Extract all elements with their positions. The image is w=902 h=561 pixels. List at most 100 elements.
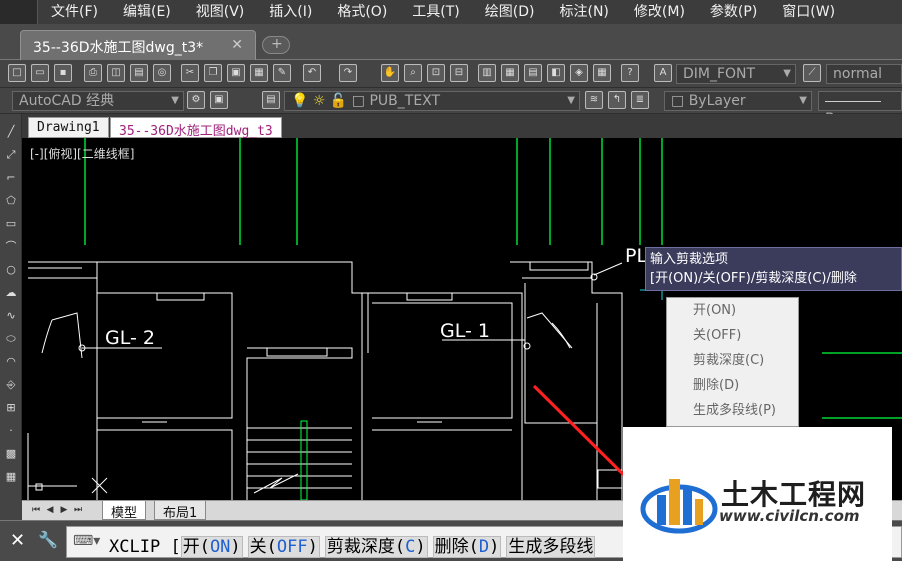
menu-draw[interactable]: 绘图(D) bbox=[472, 0, 547, 24]
insert-block-icon[interactable]: ⎆ bbox=[3, 377, 19, 393]
option-end: ) bbox=[230, 537, 241, 557]
zoom-previous-icon[interactable]: ⊟ bbox=[450, 64, 468, 82]
command-option-off[interactable]: 关(OFF) bbox=[247, 536, 320, 558]
make-block-icon[interactable]: ⊞ bbox=[3, 400, 19, 416]
text-style-icon[interactable]: A bbox=[654, 64, 672, 82]
command-option-polyline[interactable]: 生成多段线 bbox=[506, 536, 596, 558]
make-current-icon[interactable]: ≋ bbox=[585, 91, 603, 109]
save-icon[interactable]: ▪ bbox=[54, 64, 72, 82]
new-tab-button[interactable] bbox=[262, 36, 290, 54]
design-center-icon[interactable]: ▦ bbox=[501, 64, 519, 82]
menu-edit[interactable]: 编辑(E) bbox=[110, 0, 183, 24]
linetype-select[interactable]: By bbox=[818, 91, 902, 127]
menu-option-clip-depth[interactable]: 剪裁深度(C) bbox=[667, 348, 798, 373]
document-tab[interactable]: 35--36D水施工图dwg_t3* ✕ bbox=[20, 30, 256, 60]
text-style-select[interactable]: DIM_FONT ▼ bbox=[676, 64, 796, 84]
markup-icon[interactable]: ◈ bbox=[570, 64, 588, 82]
layer-states-icon[interactable]: ≣ bbox=[631, 91, 649, 109]
publish-icon[interactable]: ▤ bbox=[130, 64, 148, 82]
layer-select[interactable]: 💡 ☼ 🔓 □ PUB_TEXT ▼ bbox=[284, 91, 580, 111]
workspace-select[interactable]: AutoCAD 经典 ▼ bbox=[12, 91, 184, 111]
menu-option-on[interactable]: 开(ON) bbox=[667, 298, 798, 323]
tool-palettes-icon[interactable]: ▤ bbox=[524, 64, 542, 82]
menu-view[interactable]: 视图(V) bbox=[183, 0, 257, 24]
menu-modify[interactable]: 修改(M) bbox=[621, 0, 697, 24]
menu-option-off[interactable]: 关(OFF) bbox=[667, 323, 798, 348]
arc-icon[interactable]: ⌒ bbox=[3, 239, 19, 255]
drawing-tab-drawing1[interactable]: Drawing1 bbox=[28, 117, 109, 138]
first-tab-icon[interactable]: ⏮ bbox=[30, 504, 42, 517]
3d-dwf-icon[interactable]: ◎ bbox=[153, 64, 171, 82]
option-key: D bbox=[478, 537, 490, 557]
zoom-realtime-icon[interactable]: ⌕ bbox=[404, 64, 422, 82]
sheet-set-icon[interactable]: ◧ bbox=[547, 64, 565, 82]
color-select[interactable]: □ ByLayer ▼ bbox=[664, 91, 812, 111]
workspace-settings-icon[interactable]: ⚙ bbox=[187, 91, 205, 109]
polyline-icon[interactable]: ⌐ bbox=[3, 170, 19, 186]
command-option-on[interactable]: 开(ON) bbox=[180, 536, 243, 558]
last-tab-icon[interactable]: ⏭ bbox=[72, 504, 84, 517]
line-icon[interactable]: ╱ bbox=[3, 124, 19, 140]
zoom-window-icon[interactable]: ⊡ bbox=[427, 64, 445, 82]
menu-format[interactable]: 格式(O) bbox=[324, 0, 399, 24]
command-history-icon[interactable]: ⌨▾ bbox=[73, 533, 100, 549]
cut-icon[interactable]: ✂ bbox=[181, 64, 199, 82]
paste-icon[interactable]: ▣ bbox=[227, 64, 245, 82]
help-icon[interactable]: ? bbox=[621, 64, 639, 82]
menu-tools[interactable]: 工具(T) bbox=[399, 0, 471, 24]
layer-previous-icon[interactable]: ↰ bbox=[608, 91, 626, 109]
menu-window[interactable]: 窗口(W) bbox=[769, 0, 847, 24]
polygon-icon[interactable]: ⬠ bbox=[3, 193, 19, 209]
xclip-prompt-tooltip: 输入剪裁选项 [开(ON)/关(OFF)/剪裁深度(C)/删除 bbox=[645, 247, 902, 291]
construction-line-icon[interactable]: ⤢ bbox=[3, 147, 19, 163]
undo-icon[interactable]: ↶ bbox=[303, 64, 321, 82]
open-file-icon[interactable]: ▭ bbox=[31, 64, 49, 82]
menu-option-delete[interactable]: 删除(D) bbox=[667, 373, 798, 398]
menu-dimension[interactable]: 标注(N) bbox=[547, 0, 621, 24]
ellipse-icon[interactable]: ⬭ bbox=[3, 331, 19, 347]
menu-file[interactable]: 文件(F) bbox=[38, 0, 110, 24]
chevron-down-icon: ▼ bbox=[171, 95, 179, 106]
menu-parametric[interactable]: 参数(P) bbox=[697, 0, 769, 24]
print-icon[interactable]: ⎙ bbox=[84, 64, 102, 82]
menu-option-generate-polyline[interactable]: 生成多段线(P) bbox=[667, 398, 798, 423]
redo-icon[interactable]: ↷ bbox=[339, 64, 357, 82]
dim-style-icon[interactable]: ⟋ bbox=[803, 64, 821, 82]
prev-tab-icon[interactable]: ◀ bbox=[44, 504, 56, 517]
color-value: ByLayer bbox=[688, 93, 746, 109]
customize-icon[interactable]: ▣ bbox=[210, 91, 228, 109]
hatch-icon[interactable]: ▩ bbox=[3, 446, 19, 462]
drawing-tab-current[interactable]: 35--36D水施工图dwg_t3 bbox=[110, 117, 282, 139]
wrench-icon[interactable]: 🔧 bbox=[38, 530, 58, 549]
command-option-delete[interactable]: 删除(D) bbox=[432, 536, 502, 558]
close-tab-icon[interactable]: ✕ bbox=[231, 37, 243, 54]
print-preview-icon[interactable]: ◫ bbox=[107, 64, 125, 82]
properties-icon[interactable]: ▥ bbox=[478, 64, 496, 82]
pan-icon[interactable]: ✋ bbox=[381, 64, 399, 82]
circle-icon[interactable]: ○ bbox=[3, 262, 19, 278]
option-label: 关( bbox=[249, 537, 277, 557]
dim-style-select[interactable]: normal bbox=[826, 64, 902, 84]
gradient-icon[interactable]: ▦ bbox=[3, 469, 19, 485]
block-editor-icon[interactable]: ✎ bbox=[273, 64, 291, 82]
close-icon[interactable]: ✕ bbox=[10, 530, 25, 551]
revision-cloud-icon[interactable]: ☁ bbox=[3, 285, 19, 301]
option-key: OFF bbox=[276, 537, 308, 557]
watermark-url: www.civilcn.com bbox=[719, 507, 860, 525]
next-tab-icon[interactable]: ▶ bbox=[58, 504, 70, 517]
layer-properties-icon[interactable]: ▤ bbox=[262, 91, 280, 109]
viewport-label[interactable]: [-][俯视][二维线框] bbox=[30, 145, 134, 162]
copy-icon[interactable]: ❐ bbox=[204, 64, 222, 82]
ellipse-arc-icon[interactable]: ◠ bbox=[3, 354, 19, 370]
app-logo-icon[interactable] bbox=[0, 0, 38, 24]
match-properties-icon[interactable]: ▦ bbox=[250, 64, 268, 82]
command-option-clip-depth[interactable]: 剪裁深度(C) bbox=[324, 536, 428, 558]
calculator-icon[interactable]: ▦ bbox=[593, 64, 611, 82]
spline-icon[interactable]: ∿ bbox=[3, 308, 19, 324]
menu-insert[interactable]: 插入(I) bbox=[256, 0, 324, 24]
new-file-icon[interactable]: □ bbox=[8, 64, 26, 82]
point-icon[interactable]: · bbox=[3, 423, 19, 439]
rectangle-icon[interactable]: ▭ bbox=[3, 216, 19, 232]
tab-model[interactable]: 模型 bbox=[102, 501, 147, 521]
tab-layout1[interactable]: 布局1 bbox=[154, 501, 207, 521]
